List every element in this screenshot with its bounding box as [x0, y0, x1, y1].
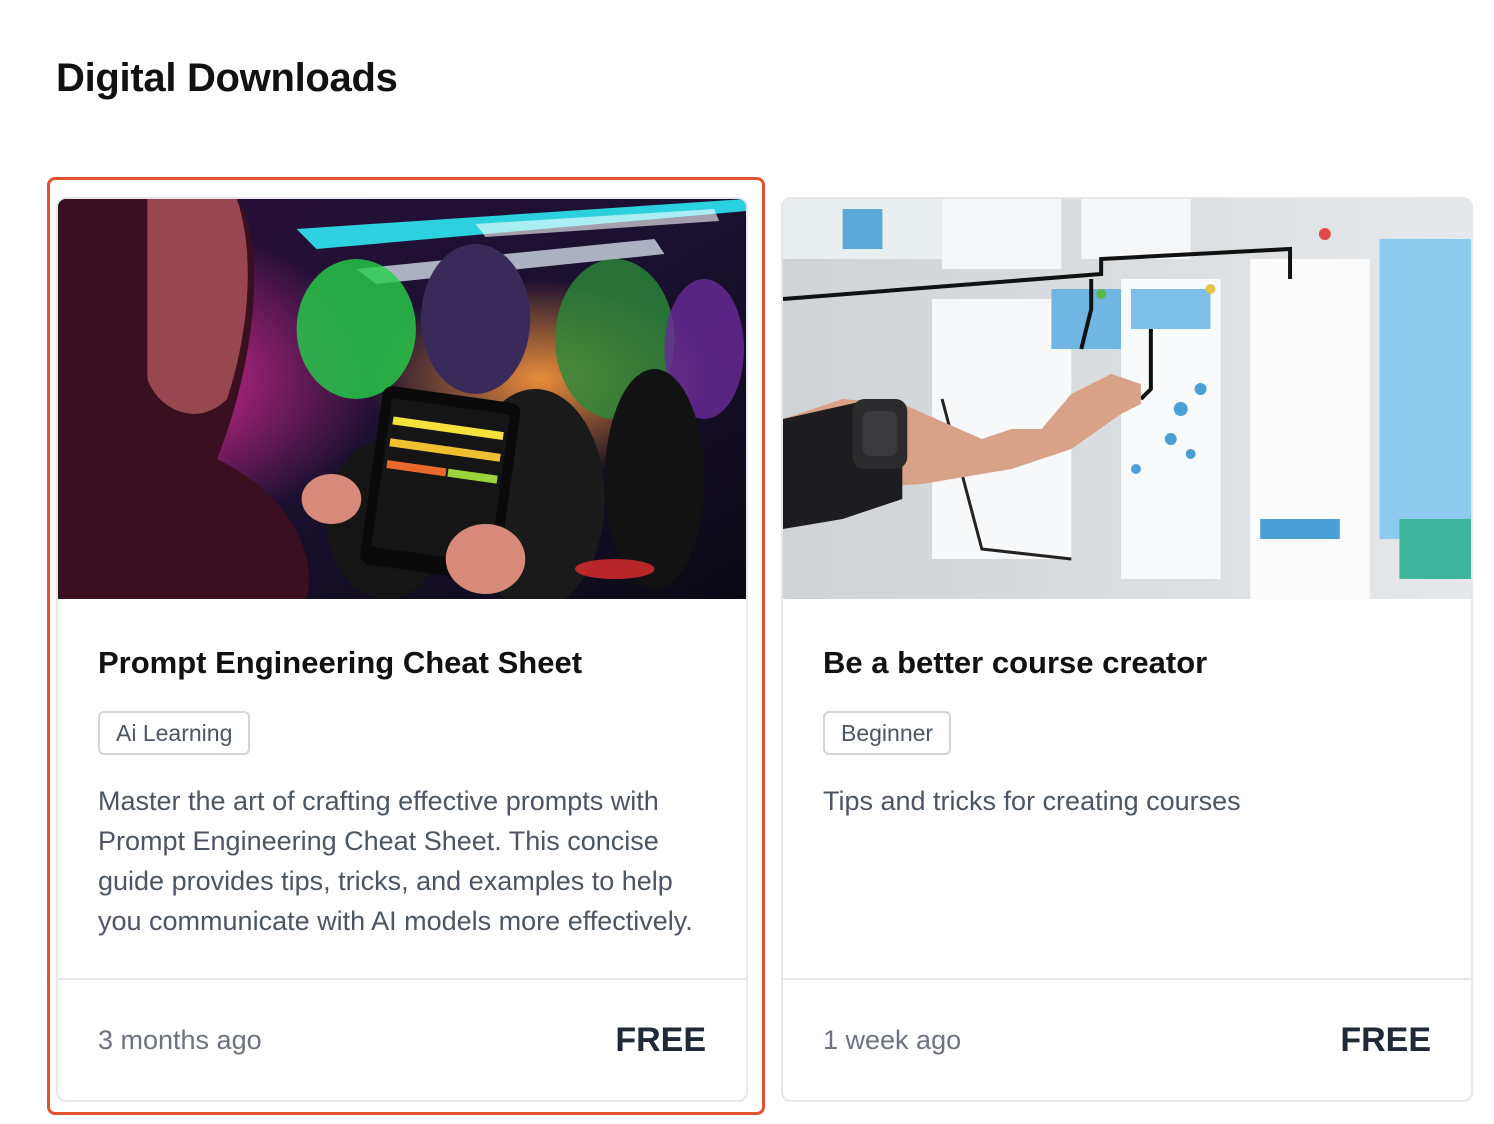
card-divider — [58, 978, 746, 980]
section-title: Digital Downloads — [56, 56, 398, 100]
card-title[interactable]: Prompt Engineering Cheat Sheet — [98, 645, 582, 681]
category-tag: Beginner — [823, 711, 952, 755]
card-title[interactable]: Be a better course creator — [823, 645, 1207, 681]
price-label: FREE — [615, 1021, 706, 1059]
card-description: Tips and tricks for creating courses — [823, 786, 1241, 816]
card-description: Master the art of crafting effective pro… — [98, 786, 693, 936]
card-thumbnail-wireframe-wall — [783, 199, 1471, 599]
product-card[interactable]: Prompt Engineering Cheat Sheet Ai Learni… — [56, 197, 748, 1102]
price-label: FREE — [1340, 1021, 1431, 1059]
published-time: 1 week ago — [823, 1025, 962, 1055]
card-thumbnail-neon-gym — [58, 199, 746, 599]
card-divider — [783, 978, 1471, 980]
product-card[interactable]: Be a better course creator Beginner Tips… — [781, 197, 1473, 1102]
category-tag: Ai Learning — [98, 711, 251, 755]
published-time: 3 months ago — [98, 1025, 262, 1055]
